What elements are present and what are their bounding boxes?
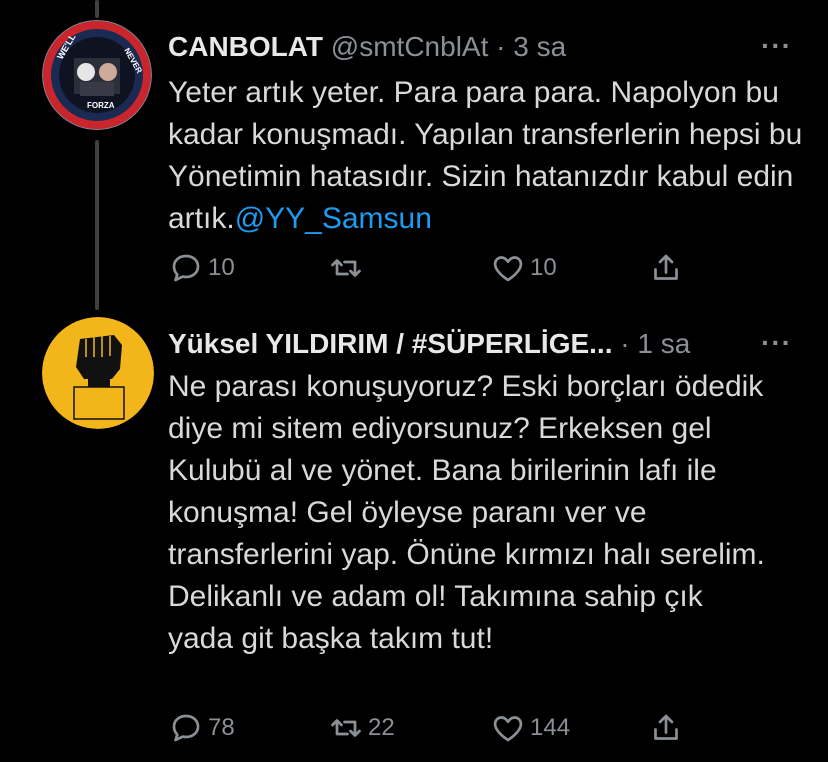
- author-handle[interactable]: @smtCnblAt: [331, 31, 489, 62]
- retweet-icon: [331, 259, 361, 277]
- tweet-text: Ne parası konuşuyoruz? Eski borçları öde…: [168, 370, 765, 655]
- like-count: 10: [530, 254, 557, 281]
- author-name[interactable]: Yüksel YILDIRIM / #SÜPERLİGE...: [168, 328, 613, 359]
- timestamp[interactable]: 1 sa: [637, 328, 690, 359]
- reply-button[interactable]: 78: [168, 708, 235, 748]
- tweet-text: Yeter artık yeter. Para para para. Napol…: [168, 72, 808, 240]
- tweet-actions: 10 10: [168, 248, 708, 288]
- mention-link[interactable]: @YY_Samsun: [235, 202, 432, 235]
- share-icon: [654, 254, 678, 280]
- retweet-button[interactable]: 22: [328, 708, 395, 748]
- like-count: 144: [530, 714, 571, 741]
- like-button[interactable]: 10: [490, 248, 557, 288]
- reply-icon: [172, 714, 200, 742]
- share-button[interactable]: [648, 248, 688, 288]
- avatar-image: WE'LL NEVER FORZA: [42, 20, 152, 130]
- heart-icon: [493, 256, 523, 282]
- tweet-header: CANBOLAT @smtCnblAt · 3 sa: [168, 30, 566, 64]
- reply-icon: [172, 254, 200, 282]
- reply-button[interactable]: 10: [168, 248, 235, 288]
- share-button[interactable]: [648, 708, 688, 748]
- author-name[interactable]: CANBOLAT: [168, 31, 323, 62]
- retweet-icon: [331, 719, 361, 737]
- reply-count: 10: [208, 254, 235, 281]
- avatar-text-3: FORZA: [87, 101, 115, 110]
- tweet-2[interactable]: Yüksel YILDIRIM / #SÜPERLİGE... · 1 sa ·…: [0, 300, 828, 762]
- tweet-1[interactable]: WE'LL NEVER FORZA CANBOLAT @smtCnblAt · …: [0, 0, 828, 300]
- more-options-icon[interactable]: ···: [761, 327, 792, 359]
- avatar-yuksel[interactable]: [42, 317, 154, 429]
- timestamp[interactable]: 3 sa: [513, 31, 566, 62]
- like-button[interactable]: 144: [490, 708, 570, 748]
- heart-icon: [493, 716, 523, 742]
- retweet-count: 22: [368, 714, 395, 741]
- reply-count: 78: [208, 714, 235, 741]
- tweet-header: Yüksel YILDIRIM / #SÜPERLİGE... · 1 sa: [168, 327, 690, 361]
- retweet-button[interactable]: [328, 248, 368, 288]
- avatar-image: [42, 317, 154, 429]
- avatar-canbolat[interactable]: WE'LL NEVER FORZA: [42, 20, 152, 130]
- share-icon: [654, 714, 678, 740]
- separator-dot: ·: [496, 31, 506, 62]
- more-options-icon[interactable]: ···: [761, 30, 792, 62]
- tweet-actions: 78 22 144: [168, 708, 708, 748]
- separator-dot: ·: [620, 328, 630, 359]
